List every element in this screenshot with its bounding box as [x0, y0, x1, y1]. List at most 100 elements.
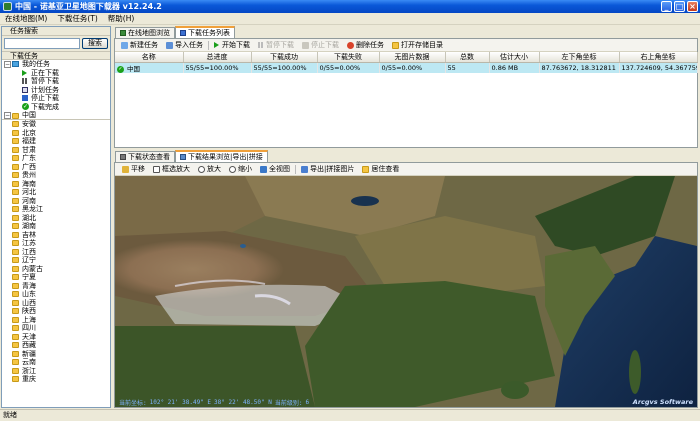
tree-node-province[interactable]: 湖北 — [4, 214, 110, 223]
tab-task-list[interactable]: 下载任务列表 — [175, 26, 235, 38]
zoom-in-button[interactable]: 放大 — [194, 164, 225, 175]
tree-node-province[interactable]: 河北 — [4, 188, 110, 197]
tree-node-province[interactable]: 贵州 — [4, 171, 110, 180]
tree-node-province[interactable]: 江苏 — [4, 239, 110, 248]
tree-label: 暂停下载 — [31, 77, 59, 85]
folder-icon — [12, 325, 19, 332]
menu-online-map[interactable]: 在线地图(M) — [0, 13, 52, 24]
box-zoom-button[interactable]: 框选放大 — [149, 164, 194, 175]
title-bar: 中国 - 诺基亚卫星地图下载器 v12.24.2 _ □ × — [0, 0, 700, 13]
tree-node-province[interactable]: 黑龙江 — [4, 205, 110, 214]
tree-node-downloading[interactable]: 正在下载 — [4, 69, 110, 78]
zoom-out-icon — [229, 165, 236, 173]
collapse-icon[interactable]: − — [4, 60, 11, 68]
folder-icon — [12, 274, 19, 281]
maximize-icon[interactable]: □ — [674, 1, 685, 12]
region-tree-header[interactable]: − 中国 — [2, 111, 110, 120]
folder-icon — [12, 291, 19, 298]
button-label: 全视图 — [269, 165, 290, 173]
tab-result-browse[interactable]: 下载结果浏览|导出|拼接 — [175, 150, 268, 162]
column-header[interactable]: 下载成功 — [251, 52, 318, 63]
stop-download-button[interactable]: 停止下载 — [298, 40, 343, 51]
satellite-map[interactable]: 当前坐标: 102° 21' 38.49" E 38° 22' 48.50" N… — [115, 176, 697, 407]
satellite-imagery[interactable] — [115, 176, 697, 407]
tree-node-province[interactable]: 北京 — [4, 129, 110, 138]
tree-node-province[interactable]: 山东 — [4, 290, 110, 299]
tree-node-completed[interactable]: ✓ 下载完成 — [4, 103, 110, 112]
tree-node-province[interactable]: 河南 — [4, 197, 110, 206]
folder-icon — [12, 333, 19, 340]
export-stitch-button[interactable]: 导出|拼接图片 — [297, 164, 358, 175]
tree-label: 重庆 — [22, 375, 36, 383]
check-icon: ✓ — [22, 103, 29, 111]
center-view-button[interactable]: 居住查看 — [358, 164, 403, 175]
tree-node-province[interactable]: 海南 — [4, 180, 110, 189]
new-task-button[interactable]: 新建任务 — [117, 40, 162, 51]
zoom-out-button[interactable]: 缩小 — [225, 164, 256, 175]
tree-node-province[interactable]: 湖南 — [4, 222, 110, 231]
close-icon[interactable]: × — [687, 1, 698, 12]
folder-icon — [12, 367, 19, 374]
tree-node-province[interactable]: 上海 — [4, 316, 110, 325]
tree-node-scheduled[interactable]: 计划任务 — [4, 86, 110, 95]
tab-online-map[interactable]: 在线地图浏览 — [115, 27, 175, 38]
tree-label: 广西 — [22, 162, 36, 171]
button-label: 导入任务 — [175, 41, 203, 49]
play-icon — [22, 69, 27, 76]
column-header[interactable]: 名称 — [115, 52, 184, 63]
search-button[interactable]: 搜索 — [82, 38, 108, 49]
tree-node-province[interactable]: 青海 — [4, 282, 110, 291]
column-header[interactable]: 总数 — [445, 52, 490, 63]
tree-node-province[interactable]: 内蒙古 — [4, 265, 110, 274]
tree-node-province[interactable]: 重庆 — [4, 375, 110, 384]
pause-download-button[interactable]: 暂停下载 — [254, 40, 298, 51]
tree-node-province[interactable]: 新疆 — [4, 350, 110, 359]
full-view-button[interactable]: 全视图 — [256, 164, 294, 175]
minimize-icon[interactable]: _ — [661, 1, 672, 12]
tree-node-province[interactable]: 山西 — [4, 299, 110, 308]
column-header[interactable]: 下载失败 — [317, 52, 380, 63]
column-header[interactable]: 右上角坐标 — [619, 52, 698, 63]
tree-node-province[interactable]: 西藏 — [4, 341, 110, 350]
import-task-button[interactable]: 导入任务 — [162, 40, 207, 51]
tree-node-province[interactable]: 浙江 — [4, 367, 110, 376]
tree-node-province[interactable]: 广东 — [4, 154, 110, 163]
start-download-button[interactable]: 开始下载 — [210, 40, 254, 51]
delete-task-button[interactable]: 删除任务 — [343, 40, 388, 51]
table-row[interactable]: ✓ 中国 55/55=100.00% 55/55=100.00% 0/55=0.00% 0… — [115, 62, 698, 73]
tree-node-paused[interactable]: 暂停下载 — [4, 77, 110, 86]
folder-icon — [12, 121, 19, 128]
menu-download-task[interactable]: 下载任务(T) — [52, 13, 102, 24]
collapse-icon[interactable]: − — [4, 112, 11, 119]
menu-help[interactable]: 帮助(H) — [103, 13, 140, 24]
button-label: 打开存储目录 — [401, 41, 443, 49]
column-header[interactable]: 左下角坐标 — [539, 52, 620, 63]
tree-node-my-tasks[interactable]: − 我的任务 — [4, 60, 110, 69]
tree-node-province[interactable]: 广西 — [4, 163, 110, 172]
folder-icon — [12, 282, 19, 289]
open-folder-button[interactable]: 打开存储目录 — [388, 40, 447, 51]
pan-button[interactable]: 平移 — [118, 164, 149, 175]
column-header[interactable]: 估计大小 — [489, 52, 540, 63]
column-header[interactable]: 无图片数据 — [379, 52, 446, 63]
tree-node-province[interactable]: 宁夏 — [4, 273, 110, 282]
tab-label: 下载状态查看 — [128, 153, 170, 161]
table-cell: 0/55=0.00% — [317, 62, 380, 73]
task-name: 中国 — [127, 65, 140, 73]
tree-node-province[interactable]: 福建 — [4, 137, 110, 146]
tree-node-province[interactable]: 辽宁 — [4, 256, 110, 265]
tree-node-province[interactable]: 陕西 — [4, 307, 110, 316]
tree-node-province[interactable]: 吉林 — [4, 231, 110, 240]
tree-node-province[interactable]: 江西 — [4, 248, 110, 257]
tree-node-province[interactable]: 四川 — [4, 324, 110, 333]
tab-download-status[interactable]: 下载状态查看 — [115, 151, 175, 162]
task-search-input[interactable] — [4, 38, 80, 49]
button-label: 缩小 — [238, 165, 252, 173]
column-header[interactable]: 总进度 — [183, 52, 252, 63]
tree-node-china[interactable]: − 中国 — [4, 111, 110, 120]
tree-node-province[interactable]: 甘肃 — [4, 146, 110, 155]
tree-node-province[interactable]: 天津 — [4, 333, 110, 342]
tree-node-stopped[interactable]: 停止下载 — [4, 94, 110, 103]
tree-node-province[interactable]: 云南 — [4, 358, 110, 367]
tree-node-province[interactable]: 安徽 — [4, 120, 110, 129]
